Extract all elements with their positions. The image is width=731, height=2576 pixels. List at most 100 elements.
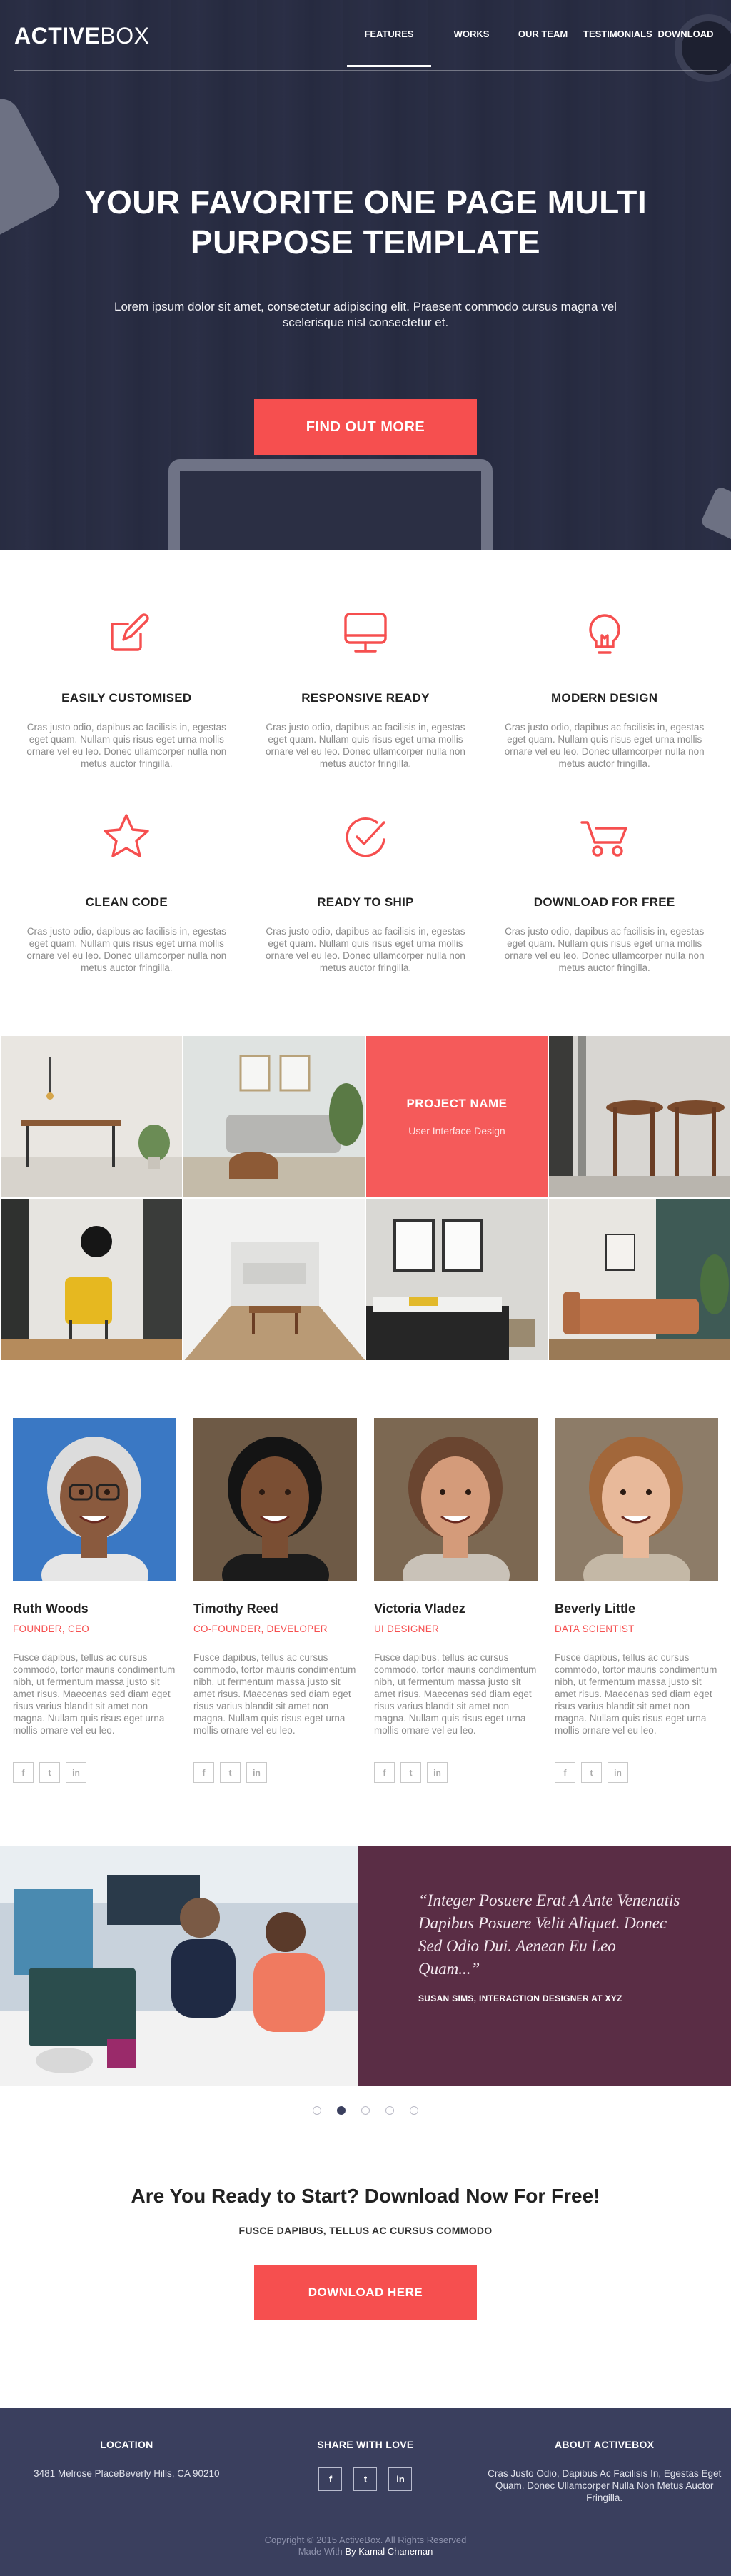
check-circle-icon [337, 808, 394, 865]
footer-share-title: SHARE WITH LOVE [317, 2439, 414, 2450]
footer-social-links: f t in [246, 2467, 485, 2491]
twitter-icon[interactable]: t [400, 1762, 421, 1783]
footer-location-title: LOCATION [100, 2439, 153, 2450]
feature-text: Cras justo odio, dapibus ac facilisis in… [266, 722, 465, 769]
gallery-tile-stools[interactable] [548, 1035, 731, 1198]
author-link[interactable]: By Kamal Chaneman [345, 2546, 433, 2557]
portrait-image [555, 1418, 718, 1581]
member-name: Ruth Woods [13, 1601, 89, 1616]
cta-section: Are You Ready to Start? Download Now For… [0, 2135, 731, 2408]
nav-item-features[interactable]: FEATURES [347, 21, 431, 67]
lightbulb-icon [576, 604, 633, 661]
member-role: FOUNDER, CEO [13, 1624, 90, 1634]
nav-item-works[interactable]: WORKS [440, 21, 503, 46]
hero-subtitle: Lorem ipsum dolor sit amet, consectetur … [114, 300, 617, 329]
feature-card: DOWNLOAD FOR FREE Cras justo odio, dapibu… [485, 808, 724, 974]
member-role: DATA SCIENTIST [555, 1624, 635, 1634]
footer-address: 3481 Melrose PlaceBeverly Hills, CA 9021… [34, 2468, 220, 2479]
feature-title: READY TO SHIP [317, 895, 414, 909]
project-overlay: PROJECT NAME User Interface Design [366, 1036, 548, 1197]
copyright-text: Copyright © 2015 ActiveBox. All Rights R… [264, 2535, 467, 2545]
linkedin-icon[interactable]: in [427, 1762, 448, 1783]
portrait-image [193, 1418, 357, 1581]
member-photo [374, 1418, 538, 1581]
facebook-icon[interactable]: f [374, 1762, 395, 1783]
testimonial-pagination [0, 2106, 731, 2135]
made-with-text: Made With [298, 2546, 343, 2557]
feature-title: RESPONSIVE READY [301, 691, 430, 705]
feature-card: MODERN DESIGN Cras justo odio, dapibus ac… [485, 604, 724, 770]
team-member-card: Timothy Reed CO-FOUNDER, DEVELOPER Fusce d… [193, 1418, 357, 1783]
slide-dot-1[interactable] [313, 2106, 321, 2115]
download-here-button[interactable]: DOWNLOAD HERE [254, 2265, 477, 2320]
member-social-links: f t in [13, 1762, 176, 1783]
find-out-more-button[interactable]: FIND OUT MORE [254, 399, 477, 455]
slide-dot-4[interactable] [385, 2106, 394, 2115]
footer-share: SHARE WITH LOVE f t in [246, 2439, 485, 2504]
feature-card: EASILY CUSTOMISED Cras justo odio, dapibu… [7, 604, 246, 770]
hero-content: YOUR FAVORITE ONE PAGE MULTI PURPOSE TEM… [0, 182, 731, 455]
gallery-tile-kitchen[interactable] [183, 1198, 366, 1361]
gallery-tile-project-highlight[interactable]: PROJECT NAME User Interface Design [366, 1035, 548, 1198]
office-meeting-image [0, 1846, 358, 2086]
feature-card: READY TO SHIP Cras justo odio, dapibus ac… [246, 808, 485, 974]
linkedin-icon[interactable]: in [388, 2467, 413, 2491]
slide-dot-3[interactable] [361, 2106, 370, 2115]
cta-title: Are You Ready to Start? Download Now For… [131, 2185, 600, 2207]
slide-dot-5[interactable] [410, 2106, 418, 2115]
stools-image [549, 1036, 730, 1197]
twitter-icon[interactable]: t [39, 1762, 60, 1783]
nav-item-testimonials[interactable]: TESTIMONIALS [583, 21, 652, 46]
hero-title: YOUR FAVORITE ONE PAGE MULTI PURPOSE TEM… [0, 182, 731, 262]
footer-about-title: ABOUT ACTIVEBOX [554, 2439, 655, 2450]
linkedin-icon[interactable]: in [66, 1762, 86, 1783]
footer-about-text: Cras Justo Odio, Dapibus Ac Facilisis In… [488, 2468, 722, 2503]
facebook-icon[interactable]: f [193, 1762, 214, 1783]
member-social-links: f t in [193, 1762, 357, 1783]
member-photo [13, 1418, 176, 1581]
feature-title: CLEAN CODE [85, 895, 168, 909]
hero-title-line-1: YOUR FAVORITE ONE PAGE MULTI [84, 183, 647, 221]
testimonial-section: “Integer Posuere Erat A Ante Venenatis D… [0, 1846, 731, 2086]
member-bio: Fusce dapibus, tellus ac cursus commodo,… [193, 1652, 356, 1736]
sofa-image [549, 1199, 730, 1360]
made-with-line: Made With By Kamal Chaneman [0, 2546, 731, 2557]
twitter-icon[interactable]: t [353, 2467, 378, 2491]
member-social-links: f t in [555, 1762, 718, 1783]
twitter-icon[interactable]: t [220, 1762, 241, 1783]
linkedin-icon[interactable]: in [246, 1762, 267, 1783]
twitter-icon[interactable]: t [581, 1762, 602, 1783]
testimonial-photo [0, 1846, 358, 2086]
gallery-tile-sofa[interactable] [548, 1198, 731, 1361]
nav-item-our-team[interactable]: OUR TEAM [512, 21, 574, 46]
nav-item-download[interactable]: DOWNLOAD [655, 21, 717, 46]
testimonial-author: SUSAN SIMS, INTERACTION DESIGNER AT XYZ [418, 1993, 622, 2003]
gallery-tile-dining-table[interactable] [0, 1035, 183, 1198]
feature-text: Cras justo odio, dapibus ac facilisis in… [26, 926, 227, 973]
member-photo [193, 1418, 357, 1581]
gallery-tile-living-room[interactable] [183, 1035, 366, 1198]
member-role: CO-FOUNDER, DEVELOPER [193, 1624, 328, 1634]
facebook-icon[interactable]: f [13, 1762, 34, 1783]
team-section: Ruth Woods FOUNDER, CEO Fusce dapibus, tel… [0, 1361, 731, 1846]
gallery-tile-bedroom[interactable] [366, 1198, 548, 1361]
camera-decoration [700, 485, 731, 543]
facebook-icon[interactable]: f [318, 2467, 343, 2491]
logo[interactable]: ACTIVEBOX [14, 23, 149, 49]
navbar: ACTIVEBOX FEATURES WORKS OUR TEAM TESTIMONI… [0, 0, 731, 71]
team-member-card: Ruth Woods FOUNDER, CEO Fusce dapibus, tel… [13, 1418, 176, 1783]
gallery-tile-yellow-chair[interactable] [0, 1198, 183, 1361]
logo-bold-text: ACTIVE [14, 23, 101, 49]
feature-text: Cras justo odio, dapibus ac facilisis in… [26, 722, 227, 769]
portrait-image [374, 1418, 538, 1581]
linkedin-icon[interactable]: in [608, 1762, 628, 1783]
slide-dot-2[interactable] [337, 2106, 346, 2115]
footer-columns: LOCATION 3481 Melrose PlaceBeverly Hills… [7, 2408, 724, 2504]
member-role: UI DESIGNER [374, 1624, 440, 1634]
member-bio: Fusce dapibus, tellus ac cursus commodo,… [374, 1652, 537, 1736]
features-grid: EASILY CUSTOMISED Cras justo odio, dapibu… [7, 604, 724, 974]
project-category: User Interface Design [408, 1125, 505, 1137]
facebook-icon[interactable]: f [555, 1762, 575, 1783]
member-social-links: f t in [374, 1762, 538, 1783]
nav-divider [14, 70, 717, 71]
